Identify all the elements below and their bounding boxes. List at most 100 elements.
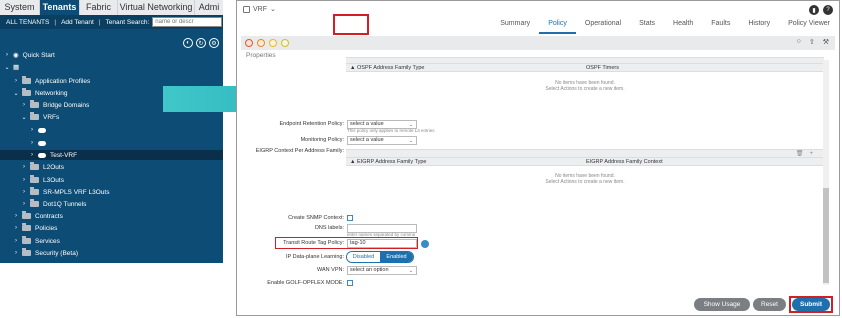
ospf-table: ▲ OSPF Address Family Type OSPF Timers N… [346,57,824,110]
tree-item-label: Application Profiles [35,77,91,85]
vertical-scrollbar[interactable] [823,60,829,285]
vrf-tabs: Summary Policy Operational Stats Health … [491,16,839,34]
tab-policy[interactable]: Policy [539,16,576,34]
tree-item-security-beta[interactable]: › Security (Beta) [0,248,223,258]
policy-tab-highlight [333,14,369,35]
chevron-down-icon: ⌄ [408,137,413,144]
chevron-down-icon[interactable]: ⌄ [4,64,10,71]
chevron-right-icon[interactable]: › [4,52,10,58]
column-header[interactable]: EIGRP Address Family Context [586,159,663,165]
chevron-right-icon[interactable]: › [13,250,19,256]
warning-fault-icon[interactable] [281,39,289,47]
major-fault-icon[interactable] [257,39,265,47]
wan-vpn-select[interactable]: select an option ⌄ [347,265,417,275]
settings-icon[interactable]: ⚙ [209,38,219,48]
column-header[interactable]: EIGRP Address Family Type [357,159,427,165]
empty-state: No items have been found. Select Actions… [346,72,824,110]
chevron-right-icon[interactable]: › [29,152,35,158]
chevron-down-icon[interactable]: ⌄ [21,114,27,121]
open-policy-icon[interactable] [421,240,429,248]
tab-health[interactable]: Health [664,16,702,34]
tree-item-l3outs[interactable]: › L3Outs [0,175,223,185]
tree-item-vrf-2[interactable]: › [0,138,223,148]
scrollbar-thumb[interactable] [823,188,829,283]
chevron-right-icon[interactable]: › [13,225,19,231]
chevron-right-icon[interactable]: › [21,201,27,207]
ip-learning-disabled-option[interactable]: Disabled [347,252,380,262]
chevron-right-icon[interactable]: › [13,238,19,244]
tab-virtual-networking[interactable]: Virtual Networking [118,0,195,15]
show-usage-button[interactable]: Show Usage [694,298,750,311]
vrf-title[interactable]: VRF ⌄ [243,5,276,13]
tab-operational[interactable]: Operational [576,16,630,34]
tree-item-sr-mpls-vrf-l3outs[interactable]: › SR-MPLS VRF L3Outs [0,187,223,197]
monitoring-label: Monitoring Policy: [300,137,344,143]
folder-icon [22,211,31,219]
eigrp-table: 🗑+ ▲ EIGRP Address Family Type EIGRP Add… [346,149,824,206]
tab-fabric[interactable]: Fabric [80,0,118,15]
tab-tenants[interactable]: Tenants [40,0,80,15]
golf-checkbox[interactable] [347,280,353,286]
monitoring-select[interactable]: select a value ⌄ [347,135,417,145]
create-snmp-checkbox[interactable] [347,215,353,221]
tab-system[interactable]: System [0,0,40,15]
refresh-icon[interactable]: ↻ [196,38,206,48]
tab-faults[interactable]: Faults [702,16,739,34]
tree-item-test-vrf[interactable]: › Test-VRF [0,150,223,160]
tree-item-label: L3Outs [43,176,64,184]
folder-icon [30,100,39,108]
filter-icon[interactable]: ◐ [183,38,193,48]
eigrp-label: EIGRP Context Per Address Family: [255,148,344,154]
chevron-down-icon[interactable]: ⌄ [13,90,19,97]
tab-policy-viewer[interactable]: Policy Viewer [779,16,839,34]
help-icon[interactable]: ? [823,5,833,15]
folder-icon [22,223,31,231]
tree-item-policies[interactable]: › Policies [0,223,223,233]
column-header[interactable]: OSPF Address Family Type [357,65,424,71]
tools-icon[interactable]: ⚒ [823,38,829,46]
upload-icon[interactable]: ⇧ [809,38,815,46]
refresh-icon[interactable]: ○ [797,38,801,46]
chevron-right-icon[interactable]: › [21,102,27,108]
tenant-subbar: ALL TENANTS | Add Tenant | Tenant Search… [0,15,223,29]
vrf-title-label: VRF [253,5,267,13]
column-header[interactable]: OSPF Timers [586,65,619,71]
tree-item-dot1q-tunnels[interactable]: › Dot1Q Tunnels [0,199,223,209]
chevron-right-icon[interactable]: › [29,127,35,133]
chevron-right-icon[interactable]: › [21,164,27,170]
chevron-right-icon[interactable]: › [29,140,35,146]
add-tenant-link[interactable]: Add Tenant [61,19,94,26]
tenant-search-input[interactable] [152,17,223,27]
chevron-right-icon[interactable]: › [13,213,19,219]
sort-icon[interactable]: ▲ [350,159,355,165]
vrf-icon [243,5,250,13]
wan-vpn-row: WAN VPN: select an option ⌄ [240,265,417,275]
chevron-right-icon[interactable]: › [21,177,27,183]
tree-item-contracts[interactable]: › Contracts [0,211,223,221]
chevron-right-icon[interactable]: › [13,78,19,84]
reset-button[interactable]: Reset [753,298,786,311]
tree-item-l2outs[interactable]: › L2Outs [0,162,223,172]
chevron-down-icon[interactable]: ⌄ [270,5,276,13]
tree-item-label: Policies [35,224,58,232]
critical-fault-icon[interactable] [245,39,253,47]
folder-icon [22,248,31,256]
tree-item-services[interactable]: › Services [0,236,223,246]
sort-icon[interactable]: ▲ [350,65,355,71]
minor-fault-icon[interactable] [269,39,277,47]
table-actions: 🗑+ [796,150,819,157]
ip-learning-enabled-option[interactable]: Enabled [380,252,413,262]
golf-row: Enable GOLF-OPFLEX MODE: [240,278,353,288]
all-tenants-link[interactable]: ALL TENANTS [6,19,49,26]
tab-history[interactable]: History [739,16,779,34]
tab-summary[interactable]: Summary [491,16,539,34]
tab-stats[interactable]: Stats [630,16,664,34]
create-snmp-row: Create SNMP Context: [240,213,353,223]
empty-hint: Select Actions to create a new item. [545,179,625,185]
tree-item-quick-start[interactable]: › ◉ Quick Start [0,50,223,60]
tab-admin[interactable]: Admi [195,0,223,15]
eigrp-row: EIGRP Context Per Address Family: [240,146,344,156]
separator: | [98,18,101,26]
chevron-right-icon[interactable]: › [21,189,27,195]
bookmark-icon[interactable]: ▮ [809,5,819,15]
